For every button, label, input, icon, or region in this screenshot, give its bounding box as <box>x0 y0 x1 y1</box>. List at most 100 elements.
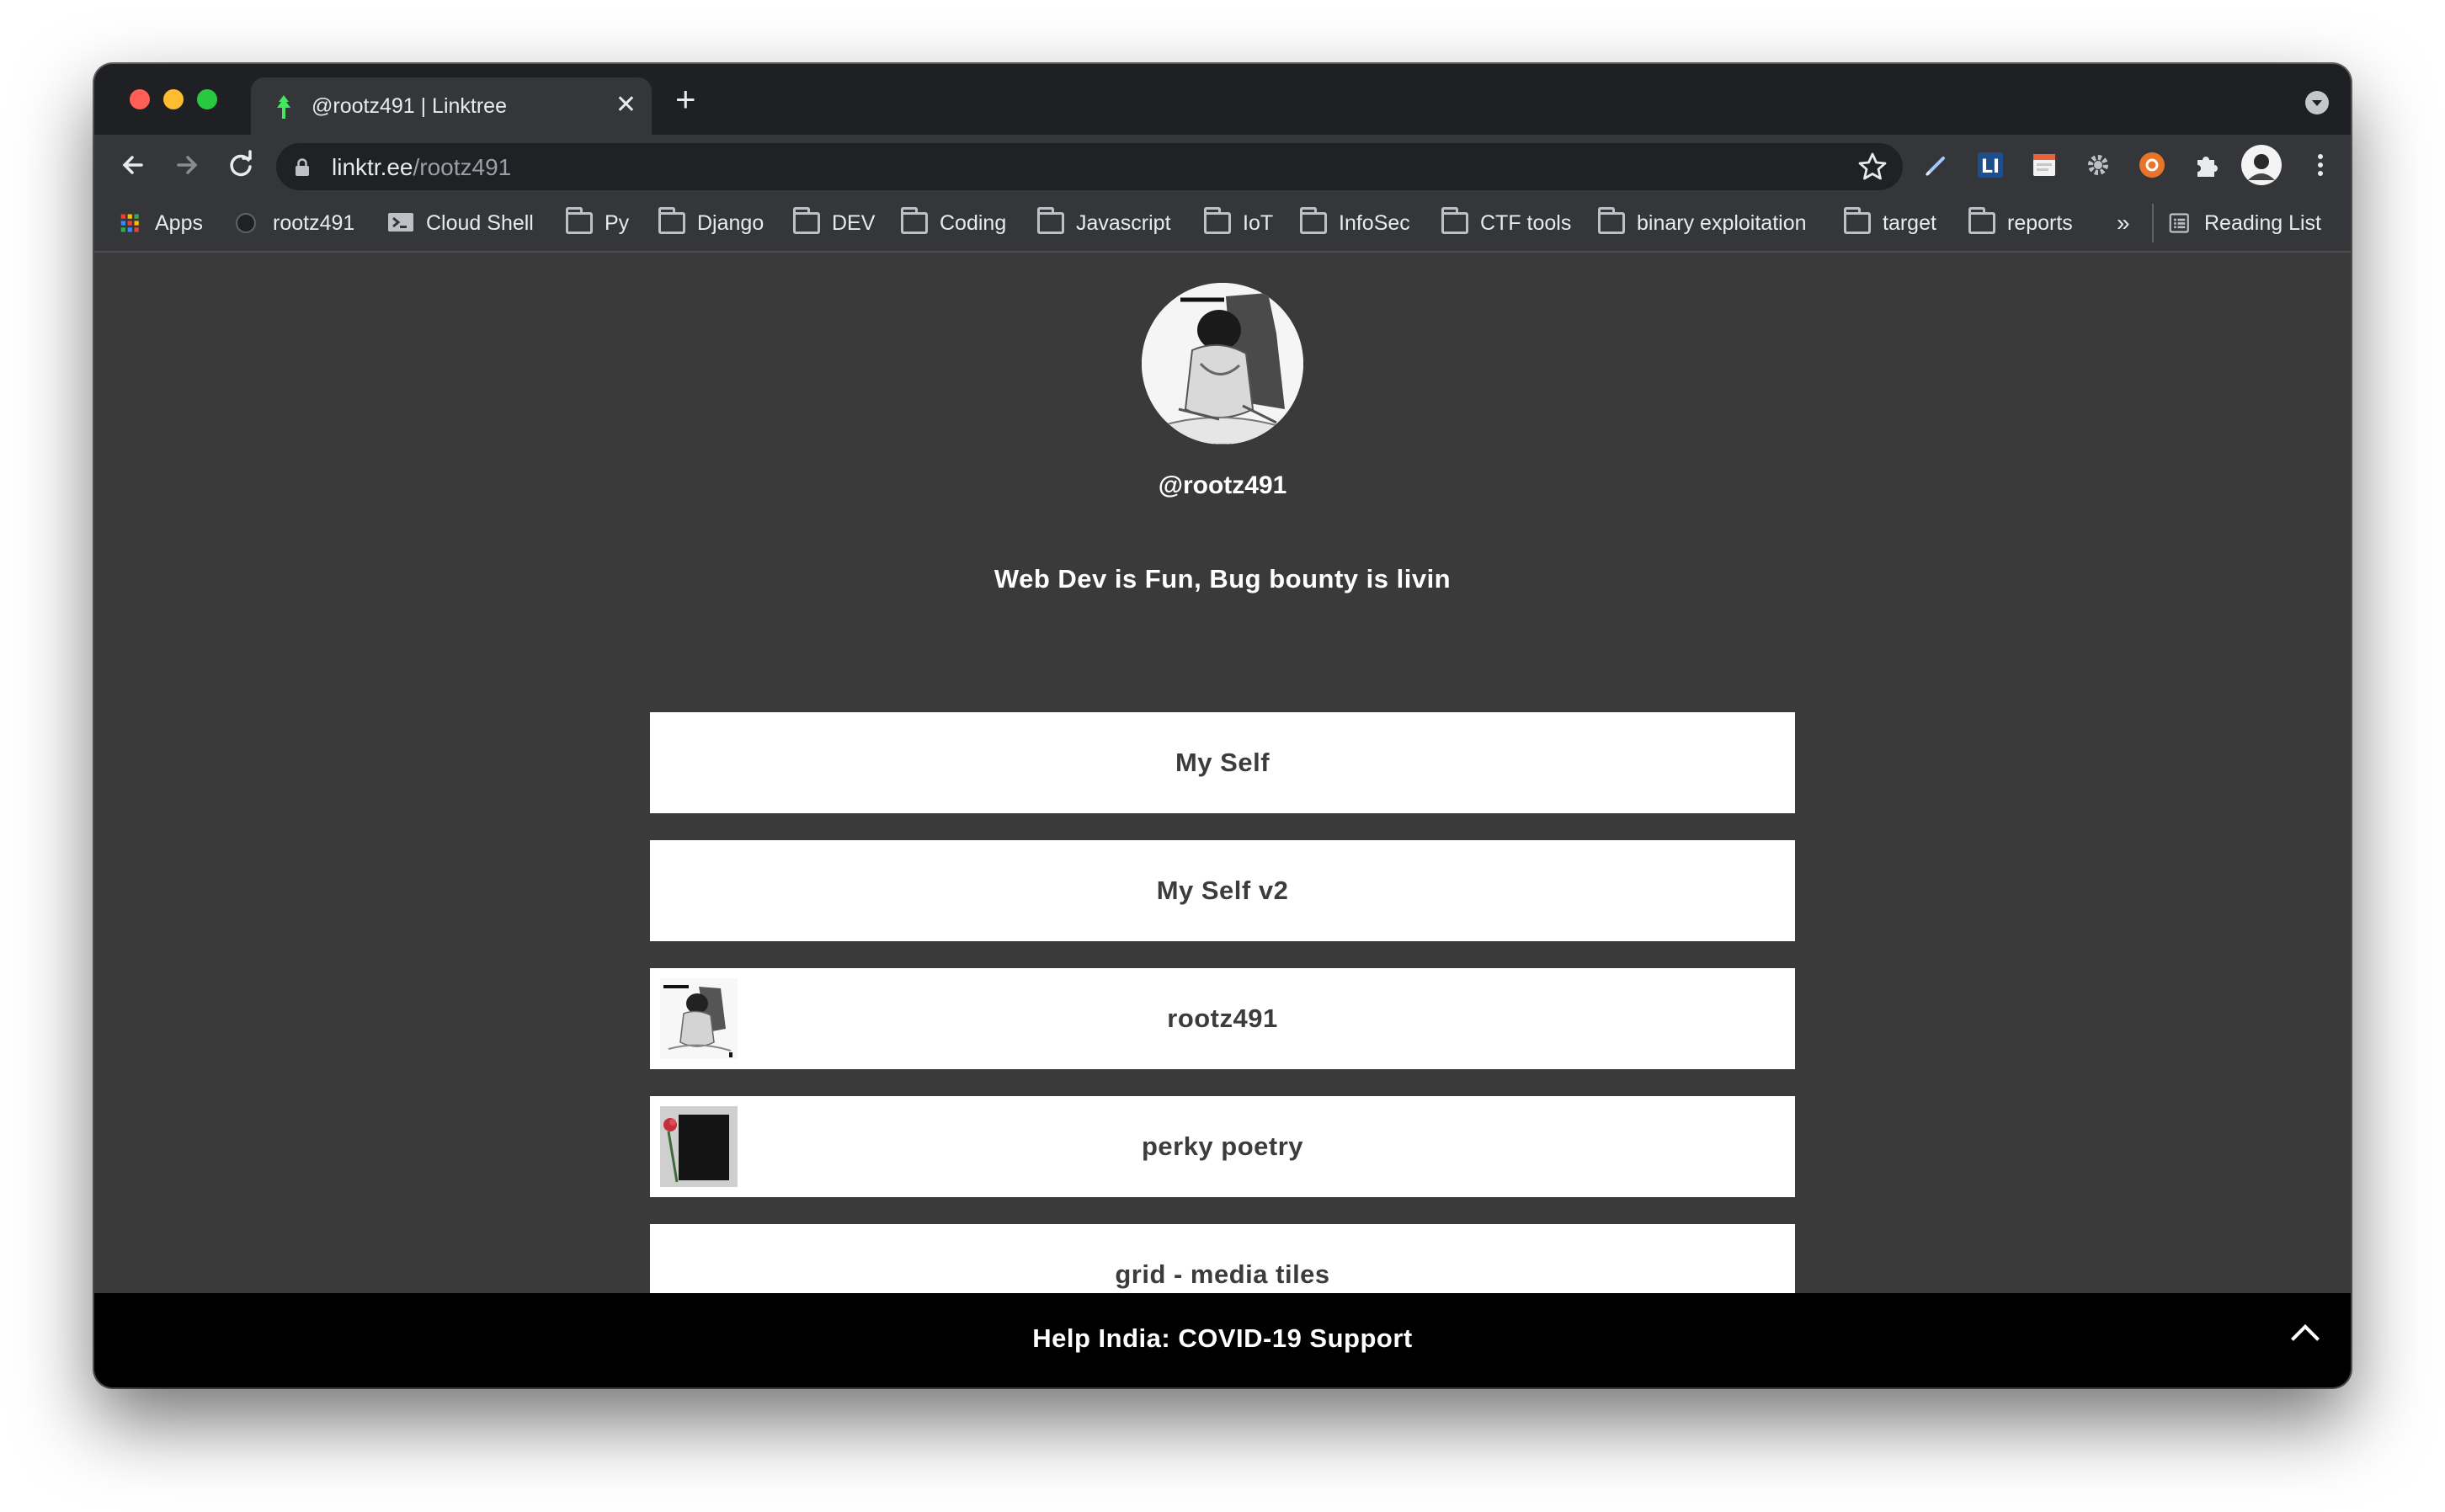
bookmark-label: Apps <box>155 210 203 235</box>
tab-search-icon[interactable] <box>2305 91 2329 114</box>
reload-icon <box>230 150 252 177</box>
link-button-my-self[interactable]: My Self <box>650 712 1795 813</box>
address-bar[interactable]: linktr.ee/rootz491 <box>276 143 1903 190</box>
link-label: My Self v2 <box>1156 876 1289 905</box>
bookmark-folder-target[interactable]: target <box>1844 207 1936 237</box>
banner-text: Help India: COVID-19 Support <box>1032 1323 1413 1353</box>
profile-handle: @rootz491 <box>1158 471 1287 499</box>
gear-extension-icon[interactable] <box>2083 150 2113 180</box>
bookmark-label: Cloud Shell <box>426 210 534 235</box>
reading-list-icon <box>2169 213 2189 233</box>
bookmark-folder-iot[interactable]: IoT <box>1204 207 1274 237</box>
folder-icon <box>1441 207 1468 234</box>
bookmark-label: target <box>1883 210 1936 235</box>
arrow-right-icon <box>177 156 198 174</box>
link-label: perky poetry <box>1141 1131 1304 1161</box>
bookmark-label: CTF tools <box>1480 210 1572 235</box>
rose-notebook-thumbnail <box>660 1106 738 1187</box>
cloud-shell-icon <box>388 213 413 232</box>
bookmark-folder-coding[interactable]: Coding <box>901 207 1007 237</box>
bookmarks-bar: Apps rootz491 Cloud Shell Py Django DEV … <box>94 195 2351 253</box>
extensions-puzzle-icon[interactable] <box>2191 150 2221 180</box>
folder-icon <box>1844 207 1871 234</box>
tab-strip: @rootz491 | Linktree ✕ + <box>94 64 2351 135</box>
link-label: rootz491 <box>1167 1004 1278 1033</box>
link-label: My Self <box>1175 748 1270 777</box>
profile-avatar-icon[interactable] <box>2240 143 2283 187</box>
folder-icon <box>1598 207 1625 234</box>
pen-extension-icon[interactable] <box>1921 150 1952 180</box>
bookmark-star-icon[interactable] <box>1856 150 1889 184</box>
new-tab-button[interactable]: + <box>675 82 696 117</box>
bookmark-label: Coding <box>940 210 1007 235</box>
url-text[interactable]: linktr.ee/rootz491 <box>332 154 511 181</box>
bookmark-folder-javascript[interactable]: Javascript <box>1037 207 1171 237</box>
url-host: linktr.ee <box>332 154 413 180</box>
bookmark-label: Javascript <box>1076 210 1171 235</box>
link-label: grid - media tiles <box>1115 1259 1330 1289</box>
lighthouse-extension-icon[interactable]: LI <box>1975 150 2006 180</box>
svg-text:LI: LI <box>1981 157 2000 178</box>
tab-title: @rootz491 | Linktree <box>312 94 507 118</box>
bookmark-folder-ctf-tools[interactable]: CTF tools <box>1441 207 1572 237</box>
bookmark-label: Django <box>697 210 764 235</box>
bookmarks-divider <box>2152 204 2154 242</box>
profile-avatar <box>1142 283 1303 445</box>
folder-icon <box>566 207 593 234</box>
url-path: /rootz491 <box>413 154 512 180</box>
reading-list-button[interactable]: Reading List <box>2169 209 2321 237</box>
bookmark-label: rootz491 <box>273 210 355 235</box>
covid-support-banner[interactable]: Help India: COVID-19 Support <box>94 1293 2351 1387</box>
linktree-page: @rootz491 Web Dev is Fun, Bug bounty is … <box>94 253 2351 1293</box>
reload-button[interactable] <box>222 146 259 184</box>
forward-button[interactable] <box>168 146 205 184</box>
bookmarks-overflow-button[interactable]: » <box>2117 209 2130 237</box>
tab-linktree[interactable]: @rootz491 | Linktree ✕ <box>251 77 652 135</box>
apps-grid-icon <box>120 214 139 232</box>
link-button-perky-poetry[interactable]: perky poetry <box>650 1096 1795 1197</box>
browser-toolbar: linktr.ee/rootz491 LI <box>94 135 2351 195</box>
close-window-button[interactable] <box>130 89 150 109</box>
folder-icon <box>901 207 928 234</box>
bookmark-label: reports <box>2007 210 2073 235</box>
sketch-avatar-image <box>1142 283 1303 445</box>
browser-menu-icon[interactable] <box>2312 146 2329 193</box>
bookmark-folder-django[interactable]: Django <box>658 207 764 237</box>
browser-window: @rootz491 | Linktree ✕ + linktr.ee/rootz… <box>94 64 2351 1387</box>
bookmark-label: Py <box>605 210 630 235</box>
link-button-rootz491[interactable]: rootz491 <box>650 968 1795 1069</box>
lock-icon <box>296 158 309 176</box>
back-button[interactable] <box>115 146 152 184</box>
arrow-left-icon <box>122 156 143 174</box>
bookmark-folder-binary-exploitation[interactable]: binary exploitation <box>1598 207 1807 237</box>
bookmark-rootz491[interactable]: rootz491 <box>234 209 354 237</box>
maximize-window-button[interactable] <box>197 89 217 109</box>
github-icon <box>236 213 256 233</box>
folder-icon <box>1037 207 1064 234</box>
tab-close-icon[interactable]: ✕ <box>615 91 637 120</box>
profile-bio: Web Dev is Fun, Bug bounty is livin <box>993 564 1452 594</box>
bookmark-label: binary exploitation <box>1637 210 1807 235</box>
orange-extension-icon[interactable] <box>2137 150 2167 180</box>
link-button-grid-media-tiles[interactable]: grid - media tiles <box>650 1224 1795 1293</box>
bookmark-folder-py[interactable]: Py <box>566 207 630 237</box>
folder-icon <box>1300 207 1327 234</box>
sketch-avatar-thumbnail <box>660 978 738 1059</box>
notes-extension-icon[interactable] <box>2029 150 2059 180</box>
folder-icon <box>658 207 685 234</box>
bookmark-label: IoT <box>1243 210 1274 235</box>
folder-icon <box>1204 207 1231 234</box>
bookmark-label: InfoSec <box>1339 210 1410 235</box>
bookmark-cloud-shell[interactable]: Cloud Shell <box>387 209 534 237</box>
bookmark-label: DEV <box>832 210 876 235</box>
reading-list-label: Reading List <box>2204 210 2321 235</box>
folder-icon <box>793 207 820 234</box>
folder-icon <box>1968 207 1995 234</box>
bookmark-folder-dev[interactable]: DEV <box>793 207 876 237</box>
bookmark-apps[interactable]: Apps <box>120 209 203 237</box>
linktree-favicon-icon <box>277 95 290 119</box>
minimize-window-button[interactable] <box>163 89 184 109</box>
link-button-my-self-v2[interactable]: My Self v2 <box>650 840 1795 941</box>
bookmark-folder-infosec[interactable]: InfoSec <box>1300 207 1410 237</box>
bookmark-folder-reports[interactable]: reports <box>1968 207 2073 237</box>
